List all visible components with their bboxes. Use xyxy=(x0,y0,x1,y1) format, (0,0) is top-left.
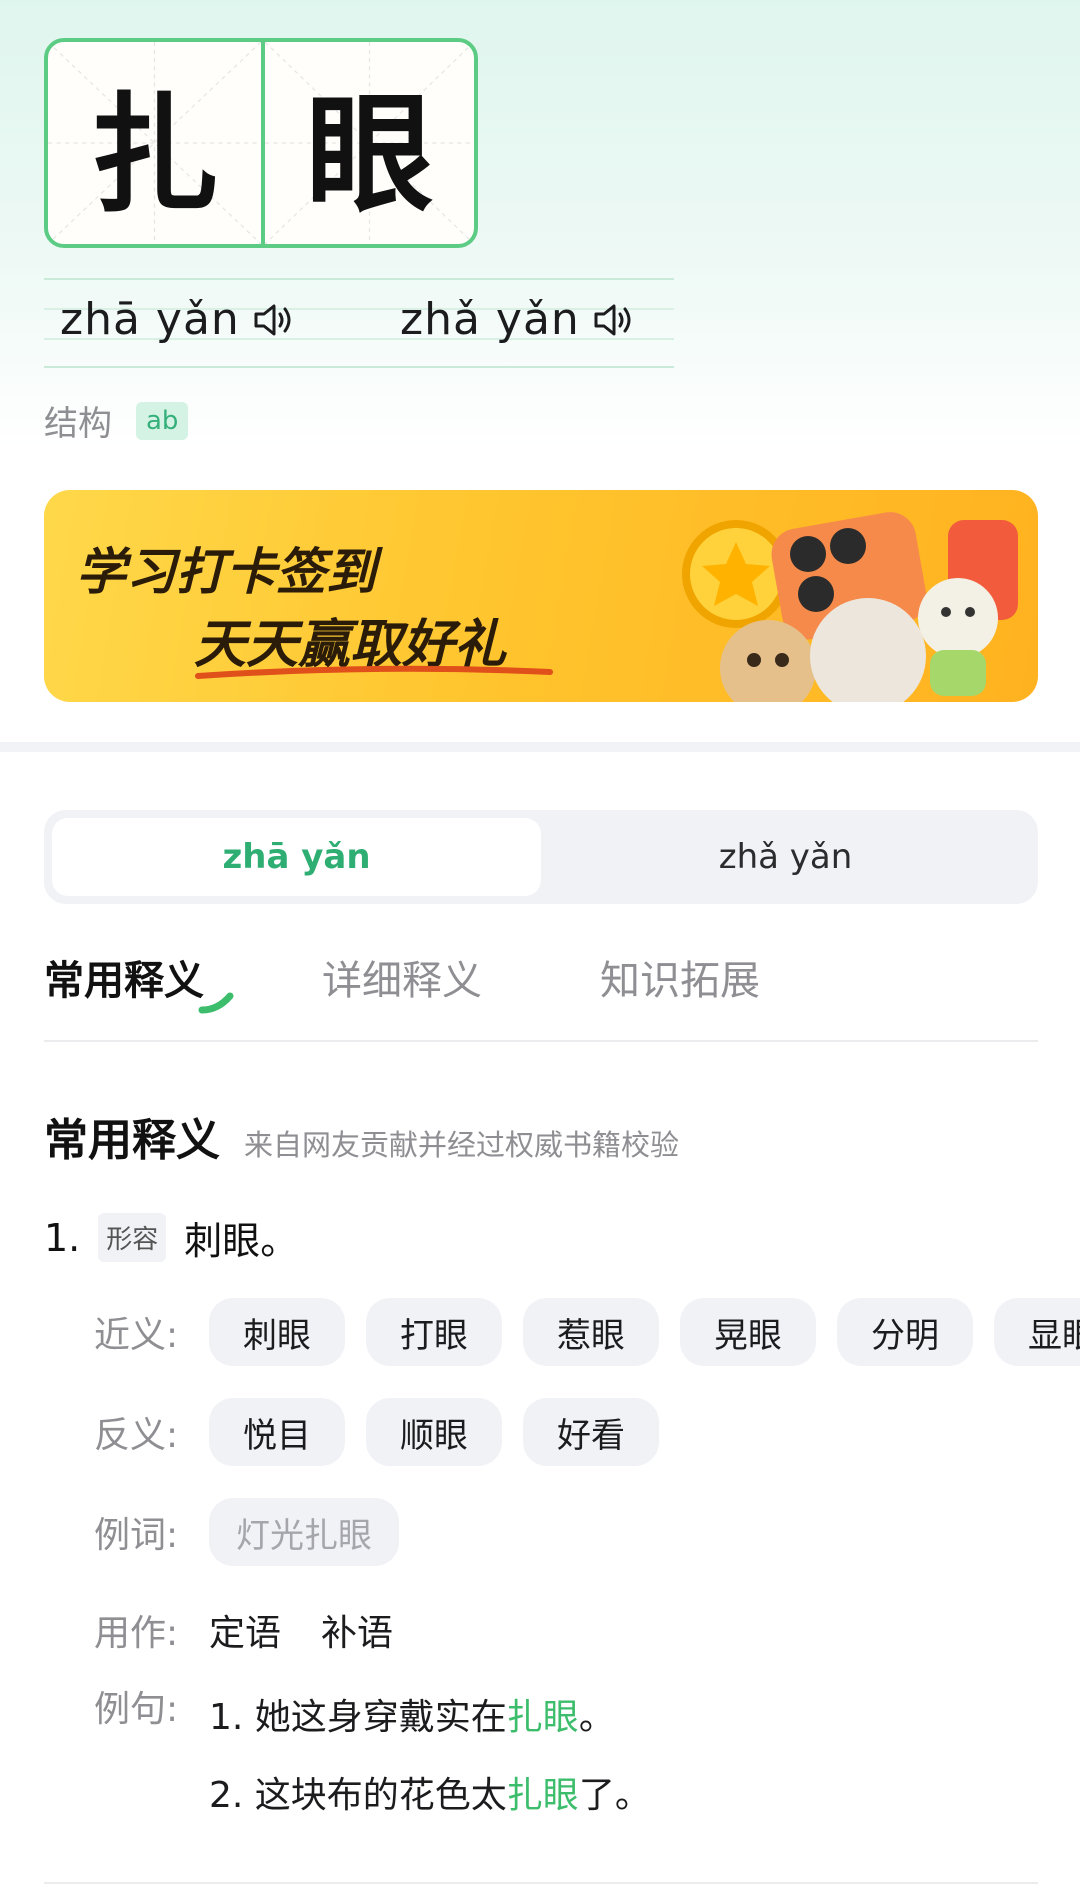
sentence-text: 了。 xyxy=(578,1775,651,1816)
bottom-divider xyxy=(44,1882,1038,1884)
synonym-chip[interactable]: 打眼 xyxy=(366,1298,502,1366)
synonym-chip[interactable]: 分明 xyxy=(837,1298,973,1366)
pinyin-reading-2[interactable]: zhǎ yǎn xyxy=(400,294,638,345)
usage-item: 定语 xyxy=(209,1613,282,1654)
antonym-chip[interactable]: 好看 xyxy=(523,1398,659,1466)
antonym-chips: 悦目 顺眼 好看 xyxy=(209,1398,680,1466)
section-title: 常用释义 xyxy=(44,1115,220,1166)
char-cell-2: 眼 xyxy=(261,42,474,244)
definition-text: 刺眼。 xyxy=(184,1219,299,1263)
sentence-highlight: 扎眼 xyxy=(506,1775,579,1816)
speaker-icon[interactable] xyxy=(592,300,638,340)
antonyms-label: 反义: xyxy=(94,1415,179,1456)
structure-row: 结构 ab xyxy=(44,396,189,445)
prize-illustration xyxy=(682,512,1018,702)
tab-divider xyxy=(44,1040,1038,1042)
usage-row: 用作: 定语 补语 xyxy=(94,1604,433,1656)
reading-option-zha3[interactable]: zhǎ yǎn xyxy=(541,818,1030,896)
antonym-chip[interactable]: 悦目 xyxy=(209,1398,345,1466)
synonym-chip[interactable]: 刺眼 xyxy=(209,1298,345,1366)
banner-underline xyxy=(195,665,553,679)
example-sentence: 1. 她这身穿戴实在扎眼。 xyxy=(209,1688,651,1740)
synonym-chip[interactable]: 晃眼 xyxy=(680,1298,816,1366)
pinyin-text: zhā yǎn xyxy=(60,294,240,345)
character-2: 眼 xyxy=(305,79,434,230)
synonym-chip[interactable]: 显眼 xyxy=(994,1298,1080,1366)
promo-banner[interactable]: 学习打卡签到 天天赢取好礼 xyxy=(44,490,1038,702)
synonyms-label: 近义: xyxy=(94,1315,179,1356)
tab-knowledge-extension[interactable]: 知识拓展 xyxy=(600,948,760,1006)
pinyin-text: zhǎ yǎn xyxy=(400,294,580,345)
char-cell-1: 扎 xyxy=(48,42,261,244)
tab-detailed-meaning[interactable]: 详细释义 xyxy=(322,948,482,1006)
structure-badge: ab xyxy=(136,401,189,440)
section-header: 常用释义 来自网友贡献并经过权威书籍校验 xyxy=(44,1104,679,1168)
synonyms-row: 近义: 刺眼 打眼 惹眼 晃眼 分明 显眼 xyxy=(94,1298,1080,1366)
sentence-text: 1. 她这身穿戴实在 xyxy=(209,1697,507,1738)
usage-label: 用作: xyxy=(94,1613,179,1654)
pinyin-reading-1[interactable]: zhā yǎn xyxy=(60,294,298,345)
sentences-label: 例句: xyxy=(94,1689,179,1730)
tab-common-meaning[interactable]: 常用释义 xyxy=(44,948,204,1006)
usage-item: 补语 xyxy=(321,1613,394,1654)
antonym-chip[interactable]: 顺眼 xyxy=(366,1398,502,1466)
example-words-row: 例词: 灯光扎眼 xyxy=(94,1498,420,1566)
character-grid: 扎 眼 xyxy=(44,38,478,248)
sentences-row: 例句: 1. 她这身穿戴实在扎眼。 2. 这块布的花色太扎眼了。 xyxy=(94,1680,651,1818)
pinyin-band: zhā yǎn zhǎ yǎn xyxy=(44,278,674,368)
part-of-speech-tag: 形容 xyxy=(98,1213,167,1262)
sentence-text: 2. 这块布的花色太 xyxy=(209,1775,507,1816)
section-subtitle: 来自网友贡献并经过权威书籍校验 xyxy=(244,1128,680,1162)
sentence-text: 。 xyxy=(578,1697,615,1738)
sentence-list: 1. 她这身穿戴实在扎眼。 2. 这块布的花色太扎眼了。 xyxy=(209,1680,651,1818)
example-word-chips: 灯光扎眼 xyxy=(209,1498,420,1566)
definition-tabs: 常用释义 详细释义 知识拓展 xyxy=(44,948,878,1006)
speaker-icon[interactable] xyxy=(252,300,298,340)
definition-number: 1. xyxy=(44,1215,81,1260)
definition-item: 1. 形容 刺眼。 xyxy=(44,1210,298,1265)
reading-toggle: zhā yǎn zhǎ yǎn xyxy=(44,810,1038,904)
character-1: 扎 xyxy=(90,79,219,230)
structure-label: 结构 xyxy=(44,404,112,444)
synonym-chips: 刺眼 打眼 惹眼 晃眼 分明 显眼 xyxy=(209,1298,1080,1366)
active-tab-indicator xyxy=(198,992,234,1014)
example-sentence: 2. 这块布的花色太扎眼了。 xyxy=(209,1766,651,1818)
example-word-chip[interactable]: 灯光扎眼 xyxy=(209,1498,399,1566)
section-divider xyxy=(0,742,1080,752)
sentence-highlight: 扎眼 xyxy=(506,1697,579,1738)
banner-headline: 学习打卡签到 xyxy=(76,543,376,601)
example-words-label: 例词: xyxy=(94,1515,179,1556)
antonyms-row: 反义: 悦目 顺眼 好看 xyxy=(94,1398,680,1466)
synonym-chip[interactable]: 惹眼 xyxy=(523,1298,659,1366)
reading-option-zha1[interactable]: zhā yǎn xyxy=(52,818,541,896)
